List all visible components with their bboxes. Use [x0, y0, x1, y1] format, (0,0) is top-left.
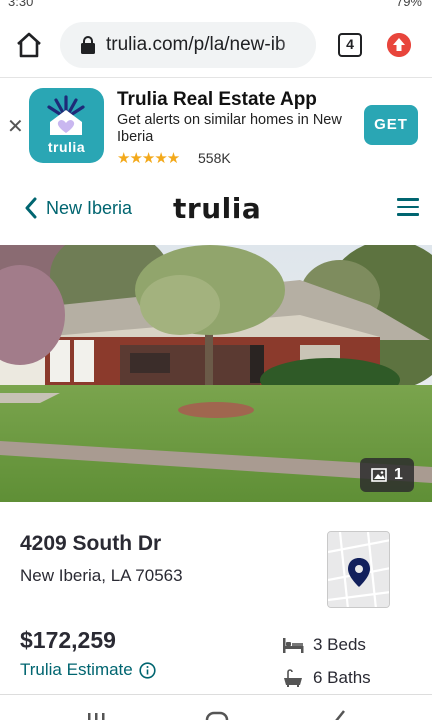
baths-fact: 6 Baths [282, 661, 371, 694]
tab-switcher-button[interactable]: 4 [338, 33, 362, 57]
hamburger-menu-icon[interactable] [397, 198, 419, 218]
trulia-estimate-label: Trulia Estimate [20, 660, 133, 679]
close-banner-icon[interactable]: ✕ [7, 114, 24, 139]
home-icon[interactable] [14, 30, 44, 60]
status-time: 3:30 [8, 0, 34, 9]
app-banner: ✕ trulia Trulia Real Estate App Get aler… [0, 79, 432, 175]
browser-toolbar: trulia.com/p/la/new-ib 4 [0, 10, 432, 78]
listing-address: 4209 South Dr [20, 532, 162, 555]
listing-price: $172,259 [20, 627, 116, 653]
map-thumbnail[interactable] [327, 531, 390, 608]
chevron-left-icon [25, 197, 37, 219]
photo-count-badge[interactable]: 1 [360, 458, 414, 492]
beds-fact: 3 Beds [282, 628, 371, 661]
info-icon[interactable] [139, 661, 156, 679]
url-text: trulia.com/p/la/new-ib [106, 34, 286, 55]
listing-city: New Iberia, LA 70563 [20, 566, 183, 585]
app-subtitle: Get alerts on similar homes in New Iberi… [117, 112, 342, 145]
back-to-search-link[interactable]: New Iberia [24, 195, 132, 221]
url-fade [276, 22, 316, 68]
bathtub-icon [284, 668, 302, 687]
back-label: New Iberia [46, 197, 133, 218]
trulia-logo[interactable]: trulia [173, 192, 261, 225]
app-icon-label: trulia [47, 139, 86, 155]
home-facts: 3 Beds 6 Baths [282, 628, 371, 694]
update-icon[interactable] [387, 33, 411, 57]
house-heart-icon [47, 95, 85, 135]
trulia-estimate[interactable]: Trulia Estimate [20, 660, 156, 680]
app-icon[interactable]: trulia [29, 88, 104, 163]
get-app-button[interactable]: GET [364, 105, 418, 145]
map-image [328, 532, 389, 607]
site-header: New Iberia trulia [0, 175, 432, 243]
system-nav-bar [0, 694, 432, 720]
star-rating: ★★★★★ [117, 150, 180, 167]
beds-text: 3 Beds [313, 634, 366, 654]
app-title: Trulia Real Estate App [117, 89, 317, 110]
nav-buttons [88, 710, 345, 720]
status-bar: 3:30 79% [0, 0, 432, 10]
baths-text: 6 Baths [313, 667, 371, 687]
status-battery: 79% [395, 0, 422, 9]
bed-icon [283, 637, 304, 653]
rating-count: 558K [198, 150, 231, 166]
address-bar[interactable]: trulia.com/p/la/new-ib [60, 22, 316, 68]
lock-icon [81, 36, 95, 54]
photo-count: 1 [394, 466, 403, 483]
image-icon [371, 468, 387, 482]
